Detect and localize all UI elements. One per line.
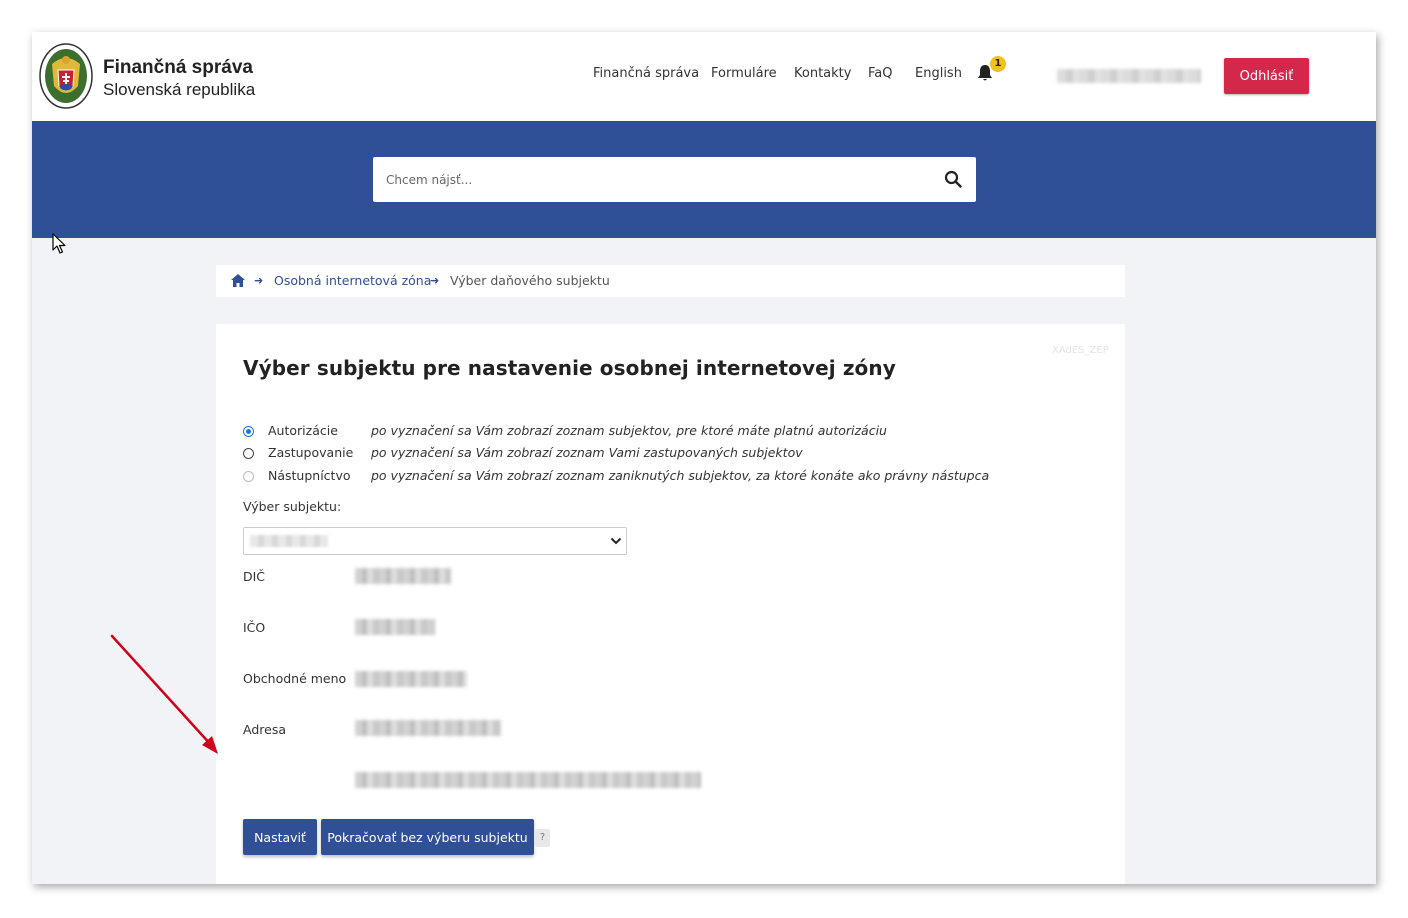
select-label: Výber subjektu:	[243, 499, 342, 514]
notification-badge: 1	[990, 56, 1006, 72]
radio-nastupnictvo	[243, 471, 254, 482]
radio-zastupovanie[interactable]	[243, 448, 254, 459]
page-title: Výber subjektu pre nastavenie osobnej in…	[243, 356, 896, 380]
field-label-obchodne-meno: Obchodné meno	[243, 671, 347, 686]
annotation-arrow	[110, 634, 218, 754]
coat-of-arms-logo[interactable]	[38, 42, 94, 110]
nav-formulare[interactable]: Formuláre	[711, 66, 777, 81]
chevron-down-icon	[610, 537, 622, 545]
ghost-label: XAdES_ZEP	[1052, 345, 1109, 356]
continue-without-subject-button[interactable]: Pokračovať bez výberu subjektu	[321, 819, 534, 855]
user-name-redacted	[1057, 69, 1201, 83]
browser-page: Finančná správa Slovenská republika Fina…	[32, 32, 1376, 884]
field-label-dic: DIČ	[243, 569, 266, 584]
brand-text[interactable]: Finančná správa Slovenská republika	[103, 57, 255, 100]
radio-label-zastupovanie[interactable]: Zastupovanie	[268, 445, 353, 460]
radio-desc-autorizacie: po vyznačení sa Vám zobrazí zoznam subje…	[371, 423, 887, 438]
radio-label-nastupnictvo: Nástupníctvo	[268, 468, 351, 483]
nav-kontakty[interactable]: Kontakty	[794, 66, 851, 81]
breadcrumb: ➜ Osobná internetová zóna ➜ Výber daňové…	[216, 265, 1125, 297]
brand-subtitle: Slovenská republika	[103, 80, 256, 99]
home-icon[interactable]	[231, 274, 245, 287]
arrow-right-icon: ➜	[254, 274, 264, 287]
nav-faq[interactable]: FaQ	[868, 66, 892, 81]
search-band	[32, 121, 1376, 238]
breadcrumb-osobna-zona[interactable]: Osobná internetová zóna	[274, 273, 431, 288]
field-value-meno-redacted	[355, 671, 467, 687]
field-value-adresa-line2-redacted	[355, 772, 701, 788]
selected-subject-redacted	[250, 535, 328, 547]
set-button[interactable]: Nastaviť	[243, 819, 317, 855]
help-icon[interactable]: ?	[535, 829, 550, 847]
subject-selection-card: XAdES_ZEP Výber subjektu pre nastavenie …	[216, 324, 1125, 884]
logout-button[interactable]: Odhlásiť	[1224, 58, 1309, 94]
radio-desc-nastupnictvo: po vyznačení sa Vám zobrazí zoznam zanik…	[371, 468, 990, 483]
breadcrumb-current: Výber daňového subjektu	[450, 273, 610, 288]
field-value-ico-redacted	[355, 619, 435, 635]
search-icon[interactable]	[944, 170, 962, 188]
field-value-dic-redacted	[355, 568, 451, 584]
search-input[interactable]	[373, 157, 933, 202]
nav-financna-sprava[interactable]: Finančná správa	[593, 66, 699, 81]
radio-label-autorizacie[interactable]: Autorizácie	[268, 423, 338, 438]
site-header: Finančná správa Slovenská republika Fina…	[32, 32, 1376, 121]
field-label-adresa: Adresa	[243, 722, 286, 737]
nav-english[interactable]: English	[915, 66, 962, 81]
brand-title: Finančná správa	[103, 57, 253, 78]
subject-select[interactable]	[243, 527, 627, 555]
radio-desc-zastupovanie: po vyznačení sa Vám zobrazí zoznam Vami …	[371, 445, 803, 460]
search-box	[373, 157, 976, 202]
field-label-ico: IČO	[243, 620, 266, 635]
radio-autorizacie[interactable]	[243, 426, 254, 437]
mouse-cursor	[52, 233, 66, 254]
arrow-right-icon: ➜	[430, 274, 440, 287]
field-value-adresa-line1-redacted	[355, 720, 501, 736]
